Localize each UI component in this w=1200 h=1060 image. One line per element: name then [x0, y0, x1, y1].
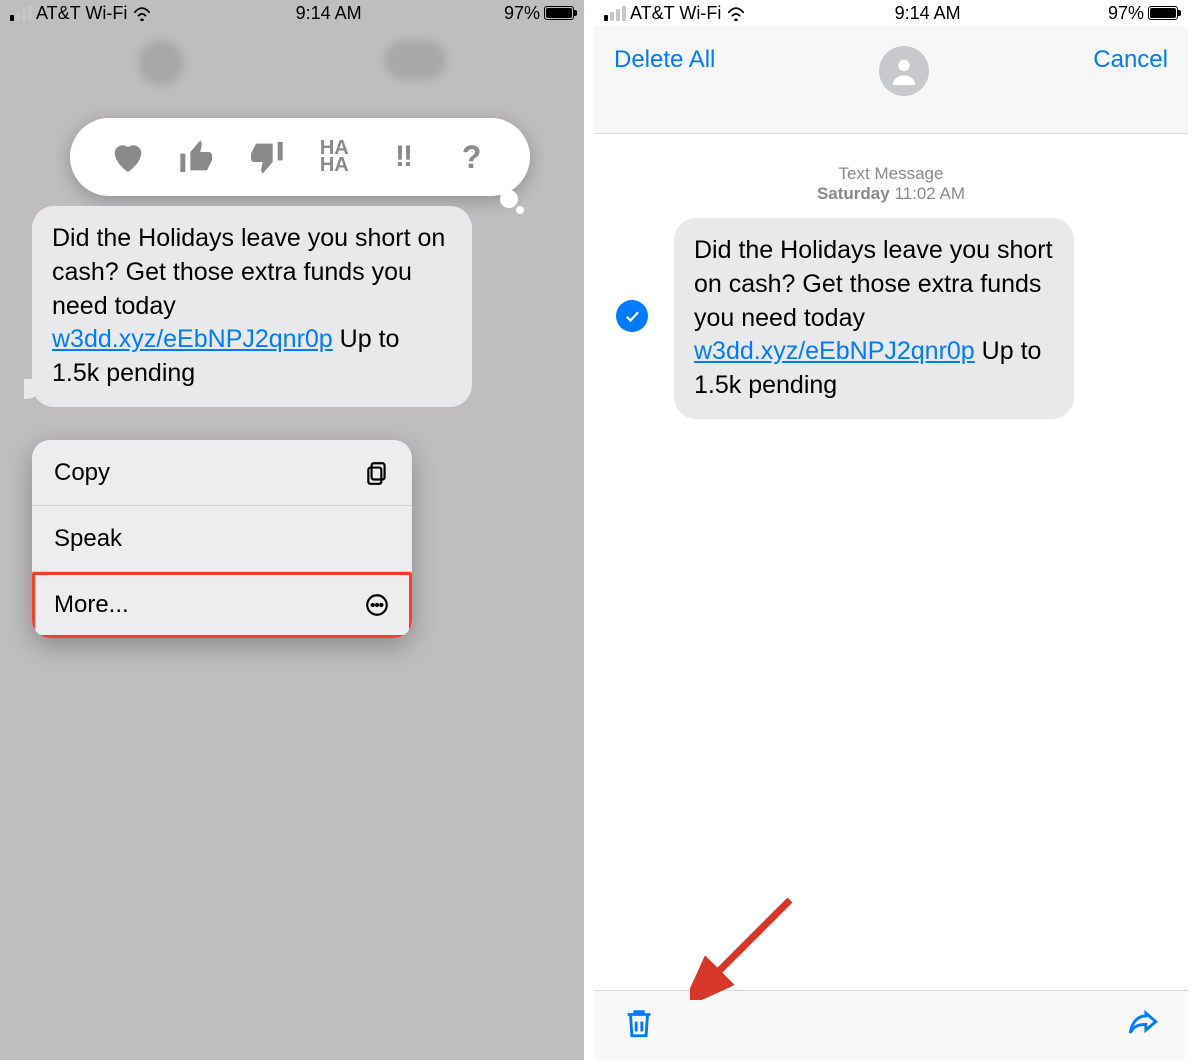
phone-left: AT&T Wi-Fi 9:14 AM 97% HAHA !! ? Did the… — [0, 0, 594, 1060]
delete-all-button[interactable]: Delete All — [614, 46, 715, 74]
edit-header: Delete All Cancel — [594, 26, 1188, 134]
menu-speak[interactable]: Speak — [32, 506, 412, 572]
trash-icon — [622, 1006, 656, 1040]
menu-speak-label: Speak — [54, 525, 122, 553]
battery-pct-label: 97% — [1108, 3, 1144, 24]
wifi-icon — [725, 5, 747, 21]
heart-icon[interactable] — [108, 137, 148, 177]
phone-right: AT&T Wi-Fi 9:14 AM 97% Delete All Cancel… — [594, 0, 1188, 1060]
thumbs-down-icon[interactable] — [246, 137, 286, 177]
blurred-header — [0, 26, 584, 106]
exclaim-icon[interactable]: !! — [383, 137, 423, 177]
avatar-icon[interactable] — [879, 46, 929, 96]
share-icon — [1126, 1006, 1160, 1040]
context-menu: Copy Speak More... — [32, 440, 412, 638]
thread-time: 11:02 AM — [894, 184, 965, 203]
battery-icon — [544, 6, 574, 20]
copy-icon — [364, 460, 390, 486]
thread-timestamp: Text Message Saturday 11:02 AM — [594, 164, 1188, 204]
annotation-arrow — [690, 890, 800, 1000]
menu-copy-label: Copy — [54, 459, 110, 487]
message-bubble[interactable]: Did the Holidays leave you short on cash… — [674, 218, 1074, 419]
thread-day: Saturday — [817, 184, 890, 203]
clock-label: 9:14 AM — [296, 3, 362, 24]
status-bar: AT&T Wi-Fi 9:14 AM 97% — [594, 0, 1188, 26]
message-link[interactable]: w3dd.xyz/eEbNPJ2qnr0p — [694, 337, 975, 365]
select-checkbox[interactable] — [616, 300, 648, 332]
carrier-label: AT&T Wi-Fi — [36, 3, 127, 24]
thumbs-up-icon[interactable] — [177, 137, 217, 177]
haha-icon[interactable]: HAHA — [314, 137, 354, 177]
trash-button[interactable] — [622, 1006, 656, 1045]
message-bubble[interactable]: Did the Holidays leave you short on cash… — [32, 206, 472, 407]
battery-icon — [1148, 6, 1178, 20]
clock-label: 9:14 AM — [895, 3, 961, 24]
status-bar: AT&T Wi-Fi 9:14 AM 97% — [0, 0, 584, 26]
signal-icon — [10, 6, 32, 21]
menu-more[interactable]: More... — [32, 572, 412, 638]
message-link[interactable]: w3dd.xyz/eEbNPJ2qnr0p — [52, 325, 333, 353]
thread-label: Text Message — [594, 164, 1188, 184]
message-text-pre: Did the Holidays leave you short on cash… — [694, 236, 1053, 332]
menu-more-label: More... — [54, 591, 129, 619]
signal-icon — [604, 6, 626, 21]
wifi-icon — [131, 5, 153, 21]
cancel-button[interactable]: Cancel — [1093, 46, 1168, 74]
question-icon[interactable]: ? — [452, 137, 492, 177]
carrier-label: AT&T Wi-Fi — [630, 3, 721, 24]
blurred-back-button — [138, 40, 184, 86]
more-icon — [364, 592, 390, 618]
forward-button[interactable] — [1126, 1006, 1160, 1045]
tapback-container: HAHA !! ? — [70, 118, 530, 196]
message-text-pre: Did the Holidays leave you short on cash… — [52, 224, 445, 320]
blurred-avatar — [384, 40, 446, 80]
battery-pct-label: 97% — [504, 3, 540, 24]
menu-copy[interactable]: Copy — [32, 440, 412, 506]
edit-toolbar — [594, 990, 1188, 1060]
tapback-bar: HAHA !! ? — [70, 118, 530, 196]
